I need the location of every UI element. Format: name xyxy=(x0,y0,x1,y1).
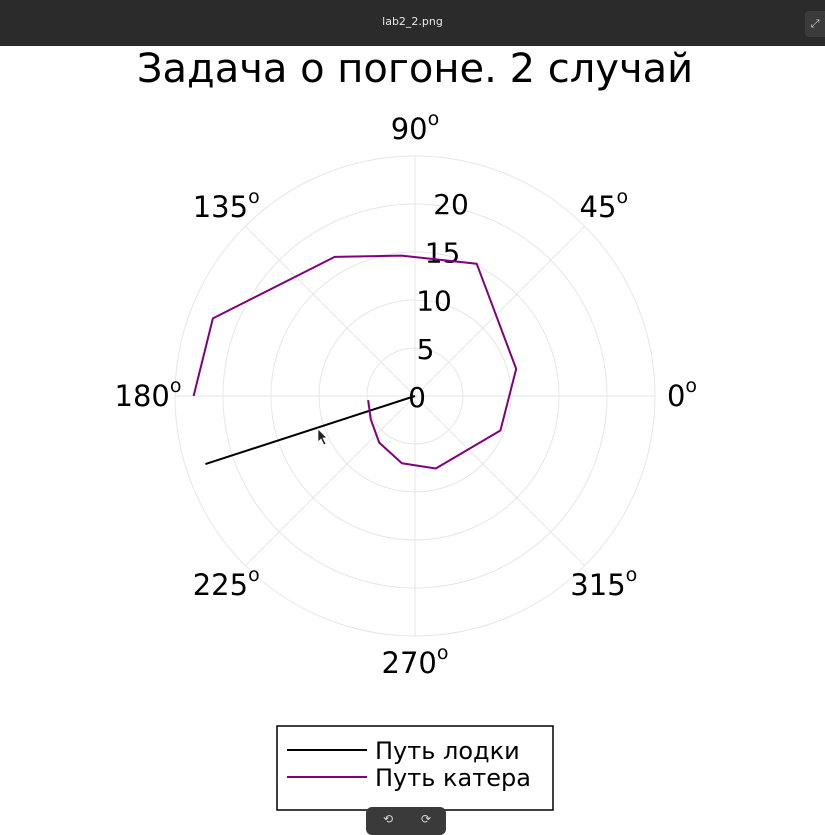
image-viewer: Задача о погоне. 2 случай 0o 45o 90o 135o 180… xyxy=(0,46,825,828)
grid-spoke xyxy=(244,395,416,567)
rotate-left-icon[interactable]: ⟲ xyxy=(376,810,400,828)
angle-tick-label: 0o xyxy=(667,375,697,413)
angle-tick-label: 180o xyxy=(115,375,182,413)
angle-tick-label: 270o xyxy=(382,642,449,680)
angle-tick-label: 315o xyxy=(570,564,637,602)
chart-title: Задача о погоне. 2 случай xyxy=(137,46,693,92)
legend-label: Путь катера xyxy=(375,764,531,792)
angle-tick-label: 225o xyxy=(193,564,260,602)
window-title: lab2_2.png xyxy=(382,15,443,28)
series-line-2 xyxy=(192,254,518,470)
grid-spoke xyxy=(414,395,586,567)
title-bar: lab2_2.png ⤢ xyxy=(0,0,825,47)
radial-tick-label: 15 xyxy=(425,236,461,269)
viewer-toolbar: ⟲ ⟳ xyxy=(366,807,446,835)
grid-spoke xyxy=(244,225,416,397)
angle-tick-label: 90o xyxy=(391,108,440,146)
radial-tick-label: 5 xyxy=(417,333,435,366)
rotate-right-icon[interactable]: ⟳ xyxy=(414,810,438,828)
angle-tick-label: 45o xyxy=(580,186,629,224)
series-line-1 xyxy=(205,395,416,466)
expand-icon[interactable]: ⤢ xyxy=(805,11,825,37)
angle-tick-label: 135o xyxy=(193,186,260,224)
legend-label: Путь лодки xyxy=(375,737,520,765)
radial-tick-label: 10 xyxy=(416,285,452,318)
polar-chart: Задача о погоне. 2 случай 0o 45o 90o 135o 180… xyxy=(115,46,697,811)
radial-tick-label: 20 xyxy=(433,188,469,221)
